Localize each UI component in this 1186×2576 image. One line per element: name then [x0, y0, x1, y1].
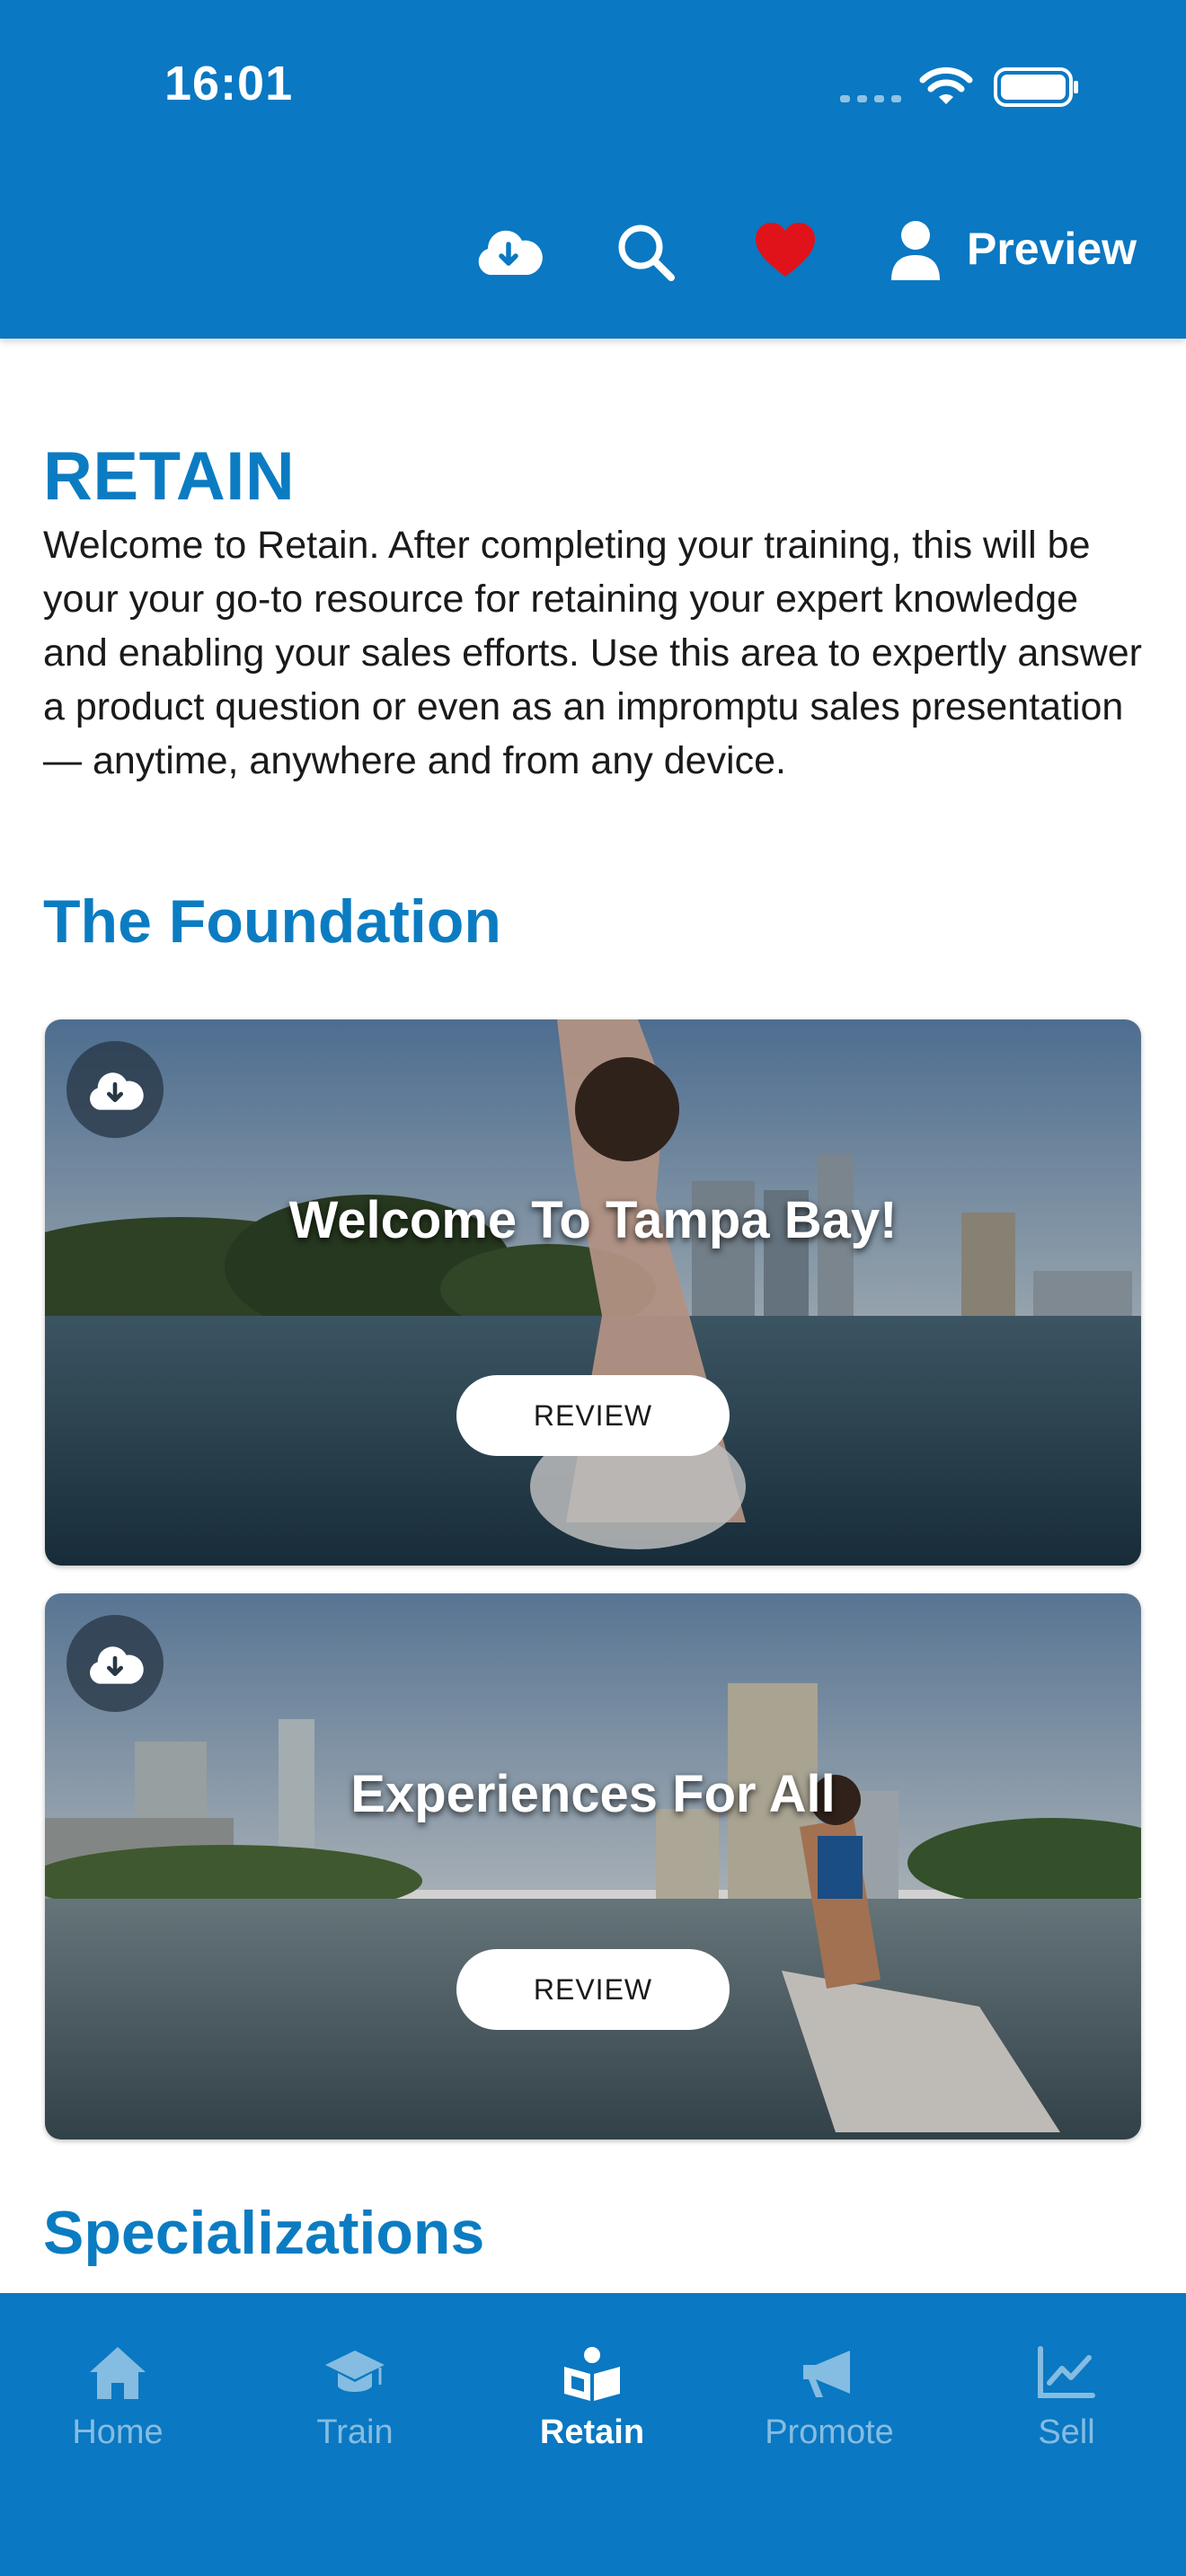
tab-sell[interactable]: Sell [977, 2293, 1156, 2473]
chart-line-icon [1038, 2346, 1095, 2398]
card-download-button[interactable] [66, 1615, 164, 1712]
cloud-download-icon [90, 1072, 144, 1110]
cloud-download-icon [90, 1646, 144, 1684]
tab-home[interactable]: Home [28, 2293, 208, 2473]
tab-train[interactable]: Train [265, 2293, 445, 2473]
tab-label: Promote [765, 2413, 894, 2451]
app-header: 16:01 Preview [0, 0, 1186, 339]
status-time: 16:01 [164, 57, 294, 110]
bottom-tab-bar: Home Train Retain Promote Sell [0, 2293, 1186, 2576]
card-title: Welcome To Tampa Bay! [288, 1191, 898, 1249]
heart-icon[interactable] [753, 221, 818, 280]
tab-label: Retain [539, 2413, 645, 2451]
megaphone-icon [803, 2351, 850, 2397]
home-icon [90, 2347, 146, 2399]
intro-text: Welcome to Retain. After completing your… [43, 524, 1142, 782]
card-download-button[interactable] [66, 1041, 164, 1138]
tab-label: Home [72, 2413, 164, 2451]
cloud-download-icon[interactable] [474, 223, 543, 278]
wifi-icon [919, 66, 973, 104]
preview-button[interactable]: Preview [967, 223, 1137, 275]
tab-label: Train [316, 2413, 394, 2451]
graduation-cap-icon [325, 2351, 385, 2392]
reader-icon [564, 2347, 620, 2401]
cellular-signal-icon [840, 95, 901, 102]
tab-label: Sell [1038, 2413, 1095, 2451]
section-title-foundation: The Foundation [43, 887, 501, 956]
card-image [45, 1593, 1141, 2139]
card-image [45, 1019, 1141, 1566]
review-button[interactable]: REVIEW [456, 1375, 730, 1456]
card-experiences-for-all[interactable]: Experiences For All REVIEW [45, 1593, 1141, 2139]
tab-retain[interactable]: Retain [502, 2293, 682, 2473]
section-title-specializations: Specializations [43, 2199, 485, 2267]
tab-promote[interactable]: Promote [739, 2293, 919, 2473]
user-icon[interactable] [890, 219, 942, 282]
review-button[interactable]: REVIEW [456, 1949, 730, 2030]
search-icon[interactable] [615, 221, 677, 284]
card-welcome-to-tampa-bay[interactable]: Welcome To Tampa Bay! REVIEW [45, 1019, 1141, 1566]
card-title: Experiences For All [350, 1765, 836, 1823]
page-title: RETAIN [43, 438, 296, 515]
battery-icon [994, 67, 1078, 107]
